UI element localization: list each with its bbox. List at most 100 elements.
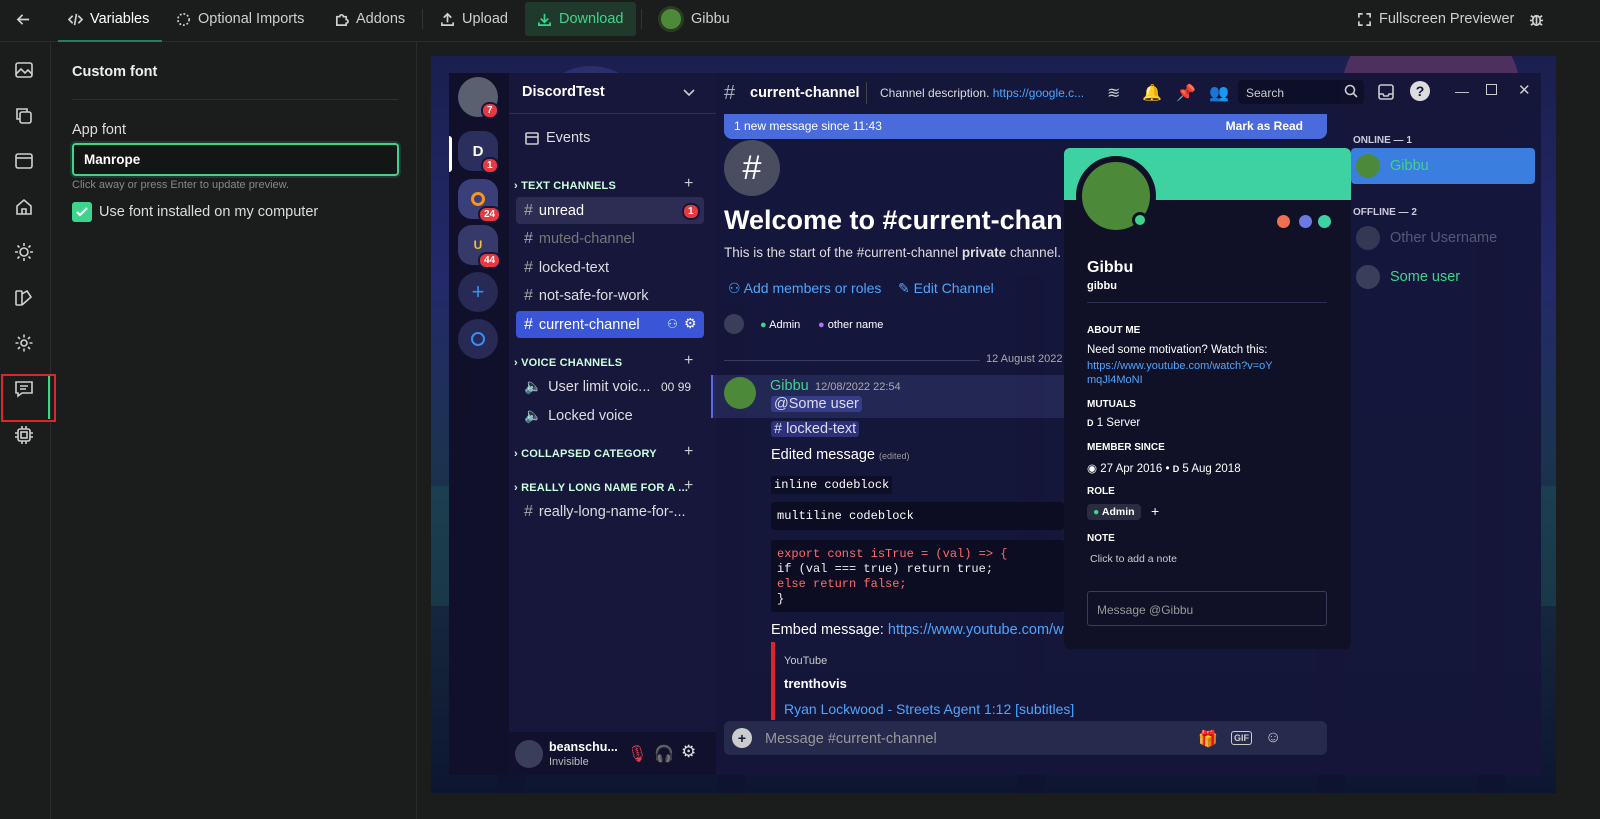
badge-dev-icon[interactable]: [1318, 215, 1331, 228]
role-pill[interactable]: ● Admin: [1087, 504, 1141, 520]
member-some-avatar[interactable]: [1356, 265, 1380, 289]
header-link[interactable]: https://google.c...: [993, 86, 1084, 100]
edit-channel-button[interactable]: ✎ Edit Channel: [898, 280, 994, 297]
channel-nsfw[interactable]: # not-safe-for-work: [516, 282, 704, 309]
embed-author[interactable]: trenthovis: [784, 676, 847, 691]
rail-images[interactable]: [14, 60, 34, 80]
online-heading: ONLINE — 1: [1353, 135, 1412, 146]
inbox-icon[interactable]: [1378, 84, 1394, 100]
members-icon[interactable]: 👥: [1209, 83, 1229, 103]
attach-plus-icon[interactable]: +: [732, 728, 752, 748]
user-name: Gibbu: [691, 11, 730, 27]
rail-chip[interactable]: [14, 425, 34, 445]
note-input[interactable]: Click to add a note: [1090, 553, 1177, 565]
add-collapsed-channel-icon[interactable]: +: [684, 443, 693, 461]
speaker-icon: 🔈: [524, 379, 543, 395]
rail-copy[interactable]: [14, 106, 34, 126]
headphones-icon[interactable]: 🎧: [654, 744, 674, 764]
add-voice-channel-icon[interactable]: +: [684, 352, 693, 370]
help-icon[interactable]: ?: [1410, 81, 1430, 101]
message-avatar[interactable]: [724, 377, 756, 409]
channel-locked-text[interactable]: # locked-text: [516, 254, 704, 281]
add-long-channel-icon[interactable]: +: [684, 477, 693, 495]
rail-settings[interactable]: [14, 333, 34, 353]
voice-locked[interactable]: 🔈 Locked voice: [516, 402, 704, 429]
upload-label: Upload: [462, 11, 508, 27]
close-icon[interactable]: ✕: [1518, 81, 1531, 99]
collapsed-category-label: COLLAPSED CATEGORY: [521, 448, 657, 460]
self-avatar[interactable]: [515, 740, 543, 768]
hash-icon: #: [524, 258, 533, 276]
collapsed-category[interactable]: › COLLAPSED CATEGORY: [514, 448, 657, 460]
minimize-icon[interactable]: —: [1455, 83, 1469, 99]
channel-settings-icon[interactable]: ⚙: [684, 315, 697, 332]
embed-border: [771, 642, 775, 720]
channel-mention[interactable]: # locked-text: [771, 421, 860, 437]
voice-category[interactable]: › VOICE CHANNELS: [514, 357, 622, 369]
bell-icon[interactable]: 🔔: [1142, 83, 1162, 103]
download-button[interactable]: Download: [525, 2, 636, 36]
explore-icon[interactable]: [458, 319, 498, 359]
upload-button[interactable]: Upload: [440, 0, 508, 38]
add-text-channel-icon[interactable]: +: [684, 175, 693, 193]
user-menu[interactable]: Gibbu: [658, 0, 730, 38]
new-messages-bar[interactable]: 1 new message since 11:43 Mark as Read: [724, 114, 1327, 139]
rail-palette[interactable]: [14, 288, 34, 308]
download-label: Download: [559, 11, 624, 27]
channel-unread[interactable]: # unread: [516, 197, 704, 224]
gift-icon[interactable]: 🎁: [1198, 729, 1218, 749]
events-item[interactable]: Events: [516, 124, 704, 151]
upload-icon: [441, 12, 454, 26]
message-author[interactable]: Gibbu: [770, 378, 809, 394]
add-members-label: Add members or roles: [743, 280, 882, 296]
check-icon: [76, 207, 88, 217]
member-other-name[interactable]: Other Username: [1390, 230, 1497, 246]
settings-panel: Custom font App font Click away or press…: [51, 42, 417, 819]
bug-button[interactable]: [1529, 0, 1544, 38]
rail-theme[interactable]: [14, 242, 34, 262]
mark-as-read[interactable]: Mark as Read: [1226, 119, 1303, 133]
rail-window[interactable]: [14, 151, 34, 171]
voice-user-current: 00: [661, 380, 675, 394]
channel-long-name[interactable]: # really-long-name-for-...: [516, 498, 704, 525]
pin-icon[interactable]: 📌: [1176, 83, 1196, 103]
channel-divider: [509, 113, 716, 114]
tab-addons[interactable]: Addons: [334, 0, 405, 38]
user-mention[interactable]: @Some user: [771, 396, 862, 412]
add-role-icon[interactable]: +: [1151, 503, 1159, 519]
back-button[interactable]: [16, 0, 31, 38]
long-category[interactable]: › REALLY LONG NAME FOR A ...: [514, 482, 688, 494]
rail-home[interactable]: [14, 197, 34, 217]
threads-icon[interactable]: ≋: [1107, 83, 1120, 103]
server-name[interactable]: DiscordTest: [522, 84, 605, 100]
fullscreen-button[interactable]: Fullscreen Previewer: [1357, 0, 1514, 38]
embed-title[interactable]: Ryan Lockwood - Streets Agent 1:12 [subt…: [784, 701, 1074, 717]
use-local-font-checkbox[interactable]: [72, 202, 92, 222]
server-icon: D: [1087, 418, 1094, 428]
chevron-down-icon[interactable]: [683, 88, 695, 98]
add-members-button[interactable]: ⚇ Add members or roles: [728, 280, 881, 297]
user-settings-icon[interactable]: ⚙: [681, 742, 696, 762]
about-link[interactable]: https://www.youtube.com/watch?v=oYmqJl4M…: [1087, 359, 1277, 387]
tab-variables[interactable]: Variables: [68, 0, 149, 38]
mute-mic-icon[interactable]: 🎙: [627, 744, 647, 764]
maximize-icon[interactable]: [1486, 84, 1497, 95]
channel-topic[interactable]: Channel description. https://google.c...: [880, 86, 1084, 100]
badge-hypesquad-icon[interactable]: [1277, 215, 1290, 228]
tab-optional-imports[interactable]: Optional Imports: [176, 0, 304, 38]
channel-long-label: really-long-name-for-...: [538, 503, 686, 520]
member-other-avatar[interactable]: [1356, 226, 1380, 250]
sticker-icon[interactable]: ☺: [1265, 729, 1281, 747]
member-some-name[interactable]: Some user: [1390, 269, 1460, 285]
embed-link[interactable]: https://www.youtube.com/wa: [888, 622, 1064, 638]
fullscreen-label: Fullscreen Previewer: [1379, 11, 1515, 27]
add-server-icon[interactable]: +: [458, 272, 498, 312]
badge-nitro-icon[interactable]: [1299, 215, 1312, 228]
invite-icon[interactable]: ⚇: [667, 317, 678, 331]
embed-provider: YouTube: [784, 655, 828, 667]
mutuals-row[interactable]: D 1 Server: [1087, 417, 1140, 429]
channel-muted[interactable]: # muted-channel: [516, 225, 704, 252]
app-font-input[interactable]: [72, 143, 399, 176]
gif-button[interactable]: GIF: [1231, 731, 1252, 745]
text-category[interactable]: › TEXT CHANNELS: [514, 180, 616, 192]
